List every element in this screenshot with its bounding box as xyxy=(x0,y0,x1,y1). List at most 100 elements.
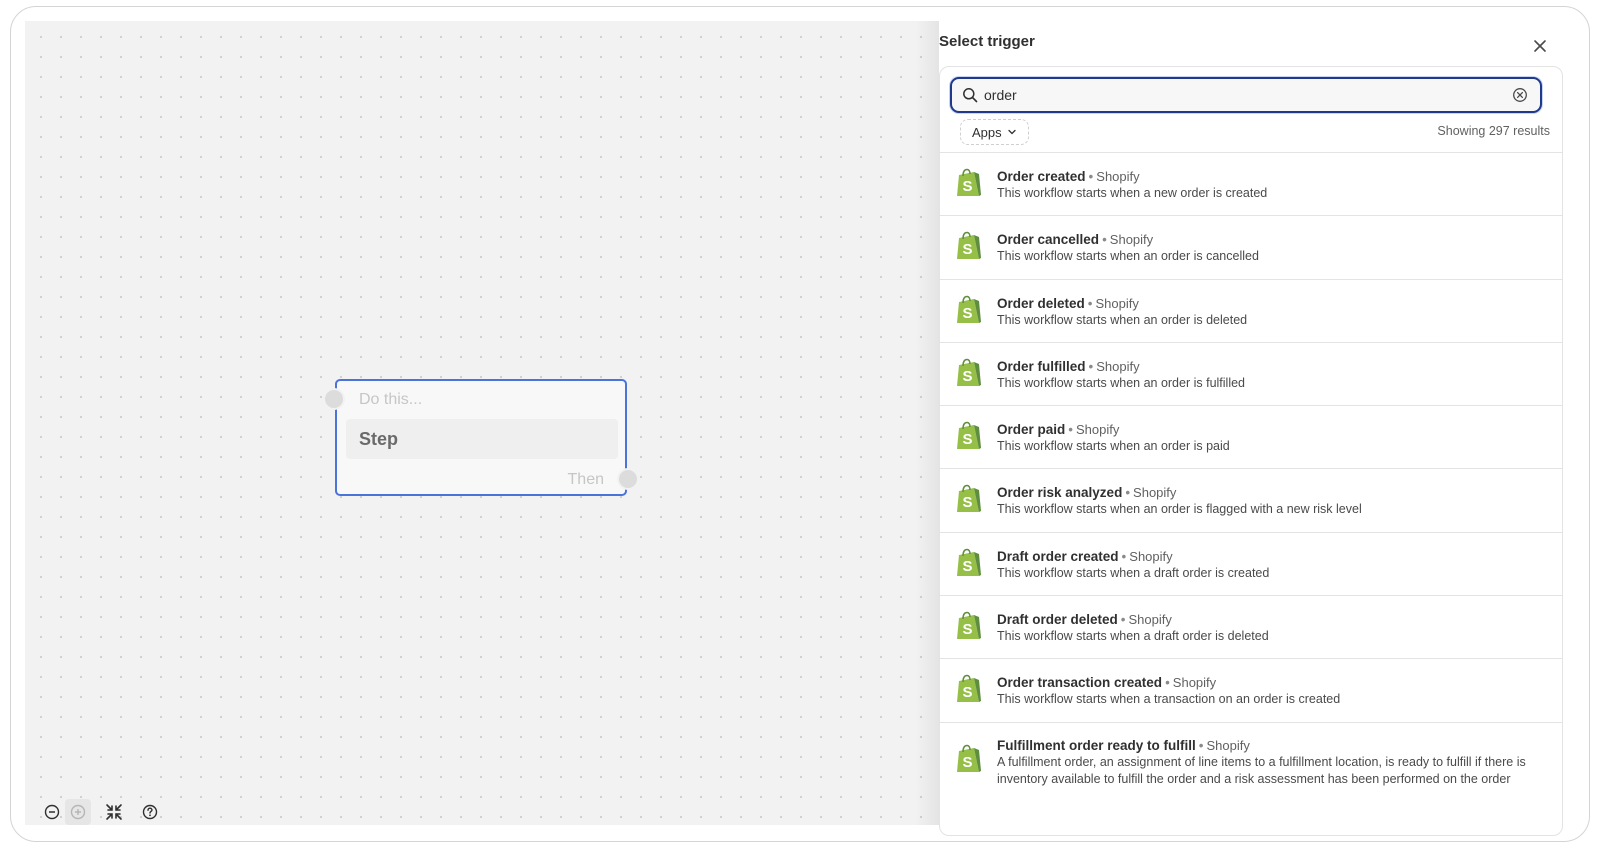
svg-text:S: S xyxy=(962,368,972,385)
results-count: Showing 297 results xyxy=(1437,124,1550,138)
trigger-list-item[interactable]: S Fulfillment order ready to fulfill • Sho… xyxy=(940,721,1562,802)
svg-text:S: S xyxy=(962,494,972,511)
trigger-description: This workflow starts when a draft order … xyxy=(997,565,1270,580)
separator: • xyxy=(1088,169,1094,184)
trigger-list-item[interactable]: S Order paid • Shopify This workflow start… xyxy=(940,405,1562,468)
trigger-description: This workflow starts when an order is ca… xyxy=(997,249,1259,264)
clear-icon[interactable] xyxy=(1512,87,1528,103)
node-placeholder: Do this... xyxy=(359,391,423,408)
trigger-list-card: Apps Showing 297 results S Order created… xyxy=(939,66,1563,836)
zoom-out-button[interactable] xyxy=(39,799,65,825)
separator: • xyxy=(1121,548,1127,564)
workflow-step-node[interactable]: Do this... Step Then xyxy=(323,379,639,496)
workflow-canvas[interactable]: Do this... Step Then xyxy=(25,21,939,825)
separator: • xyxy=(1068,422,1073,438)
trigger-text: Order deleted • Shopify This workflow star… xyxy=(997,295,1550,329)
separator: • xyxy=(1087,295,1093,311)
trigger-title-line: Fulfillment order ready to fulfill • Shopi… xyxy=(997,737,1550,754)
trigger-title-line: Order created • Shopify xyxy=(997,168,1550,185)
fit-view-button[interactable] xyxy=(101,799,127,825)
svg-text:S: S xyxy=(962,684,972,701)
close-icon xyxy=(1534,40,1546,52)
trigger-description: This workflow starts when an order is fl… xyxy=(997,502,1362,517)
node-output-port[interactable] xyxy=(617,468,639,490)
trigger-list-item[interactable]: S Draft order created • Shopify This workf… xyxy=(940,531,1562,595)
separator: • xyxy=(1165,675,1170,691)
panel-shadow xyxy=(915,21,939,825)
select-trigger-panel: Select trigger Apps Showing 297 results … xyxy=(939,21,1583,836)
trigger-list-item[interactable]: S Order created • Shopify This workflow st… xyxy=(940,152,1562,215)
trigger-name: Order deleted xyxy=(997,295,1085,311)
trigger-text: Order transaction created • Shopify This w… xyxy=(997,674,1550,708)
trigger-title-line: Order deleted • Shopify xyxy=(997,295,1550,312)
trigger-name: Order paid xyxy=(997,422,1066,438)
shopify-bag-icon: S xyxy=(957,295,981,323)
svg-text:S: S xyxy=(962,178,972,195)
close-button[interactable] xyxy=(1529,35,1551,57)
trigger-app: Shopify xyxy=(1096,358,1140,374)
trigger-app: Shopify xyxy=(1109,232,1154,248)
trigger-title-line: Order cancelled • Shopify xyxy=(997,231,1550,248)
trigger-app: Shopify xyxy=(1129,548,1173,564)
node-input-port[interactable] xyxy=(323,388,345,410)
trigger-title-line: Draft order created • Shopify xyxy=(997,548,1550,565)
trigger-list-item[interactable]: S Order deleted • Shopify This workflow st… xyxy=(940,278,1562,342)
search-field[interactable] xyxy=(950,77,1542,113)
shopify-bag-icon: S xyxy=(957,232,981,260)
shopify-bag-icon: S xyxy=(957,168,981,196)
trigger-app: Shopify xyxy=(1095,295,1139,311)
step-box[interactable]: Step xyxy=(346,419,618,459)
help-icon xyxy=(142,804,158,820)
shopify-bag-icon: S xyxy=(957,421,981,450)
trigger-text: Draft order created • Shopify This workflo… xyxy=(997,548,1550,582)
help-button[interactable] xyxy=(137,799,163,825)
shopify-bag-icon: S xyxy=(957,744,981,772)
trigger-list-item[interactable]: S Draft order deleted • Shopify This workf… xyxy=(940,595,1562,658)
trigger-text: Order risk analyzed • Shopify This workflo… xyxy=(997,484,1550,518)
svg-text:S: S xyxy=(962,431,972,448)
trigger-name: Fulfillment order ready to fulfill xyxy=(997,737,1196,753)
trigger-app: Shopify xyxy=(1133,485,1177,501)
trigger-list-item[interactable]: S Order cancelled • Shopify This workflow … xyxy=(940,215,1562,278)
zoom-controls xyxy=(39,799,91,825)
trigger-name: Draft order deleted xyxy=(997,612,1118,628)
trigger-list-item[interactable]: S Order transaction created • Shopify This… xyxy=(940,658,1562,721)
trigger-name: Order risk analyzed xyxy=(997,485,1123,501)
svg-text:S: S xyxy=(962,241,972,258)
trigger-text: Order fulfilled • Shopify This workflow st… xyxy=(997,358,1550,392)
trigger-list-item[interactable]: S Order risk analyzed • Shopify This workf… xyxy=(940,468,1562,531)
shopify-bag-icon: S xyxy=(957,611,981,640)
trigger-app: Shopify xyxy=(1128,612,1172,628)
chevron-down-icon xyxy=(1007,129,1016,135)
trigger-description: A fulfillment order, an assignment of li… xyxy=(997,754,1526,786)
search-input[interactable] xyxy=(984,85,1504,105)
trigger-text: Fulfillment order ready to fulfill • Shopi… xyxy=(997,737,1550,788)
trigger-list-item[interactable]: S Order fulfilled • Shopify This workflow … xyxy=(940,341,1562,405)
trigger-description: This workflow starts when an order is pa… xyxy=(997,439,1230,454)
panel-title: Select trigger xyxy=(939,33,1035,50)
trigger-title-line: Order transaction created • Shopify xyxy=(997,674,1550,691)
apps-filter-label: Apps xyxy=(972,124,1002,140)
trigger-name: Order created xyxy=(997,169,1086,184)
trigger-text: Order cancelled • Shopify This workflow st… xyxy=(997,231,1550,265)
shopify-bag-icon: S xyxy=(957,548,981,576)
svg-text:S: S xyxy=(962,754,972,771)
fit-view-icon xyxy=(106,804,122,820)
trigger-title-line: Order risk analyzed • Shopify xyxy=(997,484,1550,501)
separator: • xyxy=(1125,485,1131,501)
node-then-label: Then xyxy=(567,471,604,488)
svg-text:S: S xyxy=(962,558,972,575)
trigger-description: This workflow starts when a transaction … xyxy=(997,692,1341,707)
apps-filter-button[interactable]: Apps xyxy=(960,119,1029,145)
separator: • xyxy=(1198,737,1204,753)
trigger-app: Shopify xyxy=(1096,169,1140,184)
trigger-text: Order paid • Shopify This workflow starts … xyxy=(997,421,1550,455)
trigger-name: Order transaction created xyxy=(997,675,1163,691)
zoom-in-button[interactable] xyxy=(65,799,91,825)
separator: • xyxy=(1120,612,1126,628)
trigger-text: Draft order deleted • Shopify This workflo… xyxy=(997,611,1550,645)
zoom-in-icon xyxy=(70,804,86,820)
svg-text:S: S xyxy=(962,305,972,322)
step-label: Step xyxy=(359,429,399,449)
app-frame: Do this... Step Then Select trigger orde… xyxy=(10,6,1590,842)
